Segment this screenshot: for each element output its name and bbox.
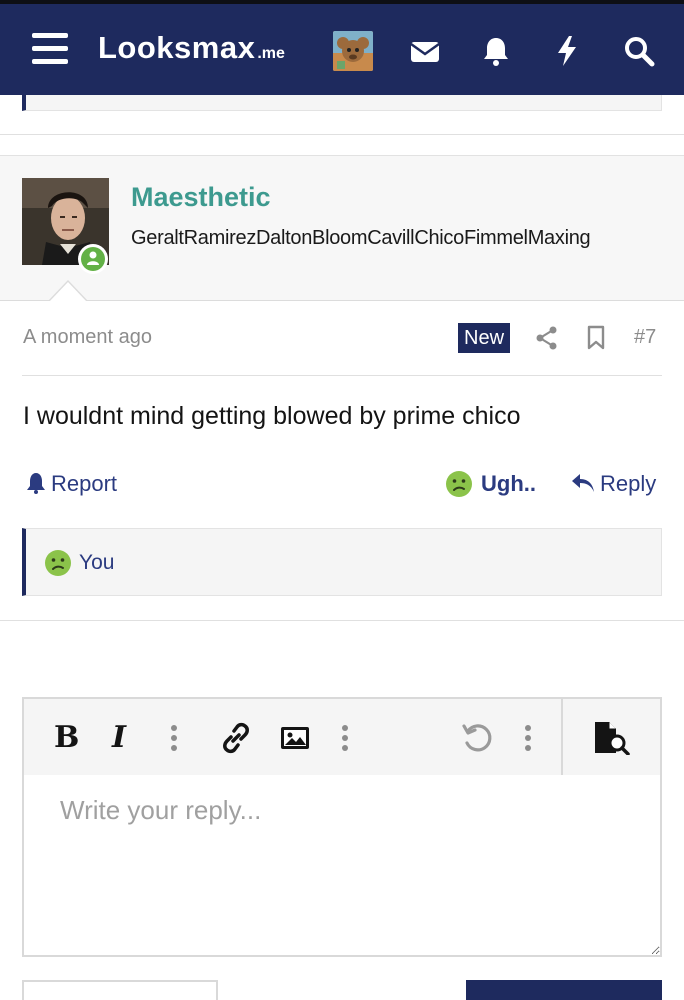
reply-editor: B I [22,697,662,957]
post-user-block: Maesthetic GeraltRamirezDaltonBloomCavil… [0,155,684,301]
envelope-icon[interactable] [408,34,442,68]
site-header: Lᴏᴏksmax .me [0,4,684,95]
bolt-icon[interactable] [550,34,584,68]
new-badge: New [458,323,511,353]
preview-icon[interactable] [592,721,630,756]
site-logo[interactable]: Lᴏᴏksmax .me [98,30,285,70]
post-reply-button[interactable] [466,980,662,1000]
bookmark-icon[interactable] [586,325,606,351]
reactions-summary[interactable]: You [22,528,662,596]
previous-post-footer [22,95,662,111]
undo-icon[interactable] [460,721,494,755]
online-indicator [78,244,108,274]
user-avatar[interactable] [333,31,373,71]
reactions-summary-label: You [79,551,115,574]
reaction-label: Ugh.. [481,471,536,496]
user-block-arrow-inner [49,282,87,302]
post-end-divider [0,620,684,621]
toolbar-separator [561,699,563,775]
reply-label: Reply [600,471,657,496]
more-vertical-icon[interactable] [522,721,534,755]
more-vertical-icon[interactable] [168,721,180,755]
post-body: I wouldnt mind getting blowed by prime c… [23,402,521,430]
logo-tld: .me [257,45,285,62]
post-meta-divider [22,375,662,376]
italic-icon[interactable]: I [112,721,138,755]
post-date[interactable]: A moment ago [23,326,152,349]
more-vertical-icon[interactable] [339,721,351,755]
menu-icon[interactable] [32,33,68,65]
editor-toolbar: B I [24,699,660,775]
post-user-title: GeraltRamirezDaltonBloomCavillChicoFimme… [131,227,591,249]
bell-icon [27,473,45,494]
share-icon[interactable] [535,326,559,350]
search-icon[interactable] [622,34,656,68]
reply-input[interactable] [24,775,660,955]
reply-icon [572,474,594,492]
post-username[interactable]: Maesthetic [131,182,271,213]
link-icon[interactable] [219,721,253,755]
logo-text: Lᴏᴏksmax [98,30,256,65]
confused-face-icon [446,471,472,497]
bold-icon[interactable]: B [54,721,80,755]
confused-face-icon [45,550,71,576]
bell-icon[interactable] [479,34,513,68]
image-icon[interactable] [278,721,312,755]
divider [0,134,684,135]
post-number[interactable]: #7 [634,326,656,349]
report-label: Report [51,471,118,496]
attach-files-button[interactable] [22,980,218,1000]
